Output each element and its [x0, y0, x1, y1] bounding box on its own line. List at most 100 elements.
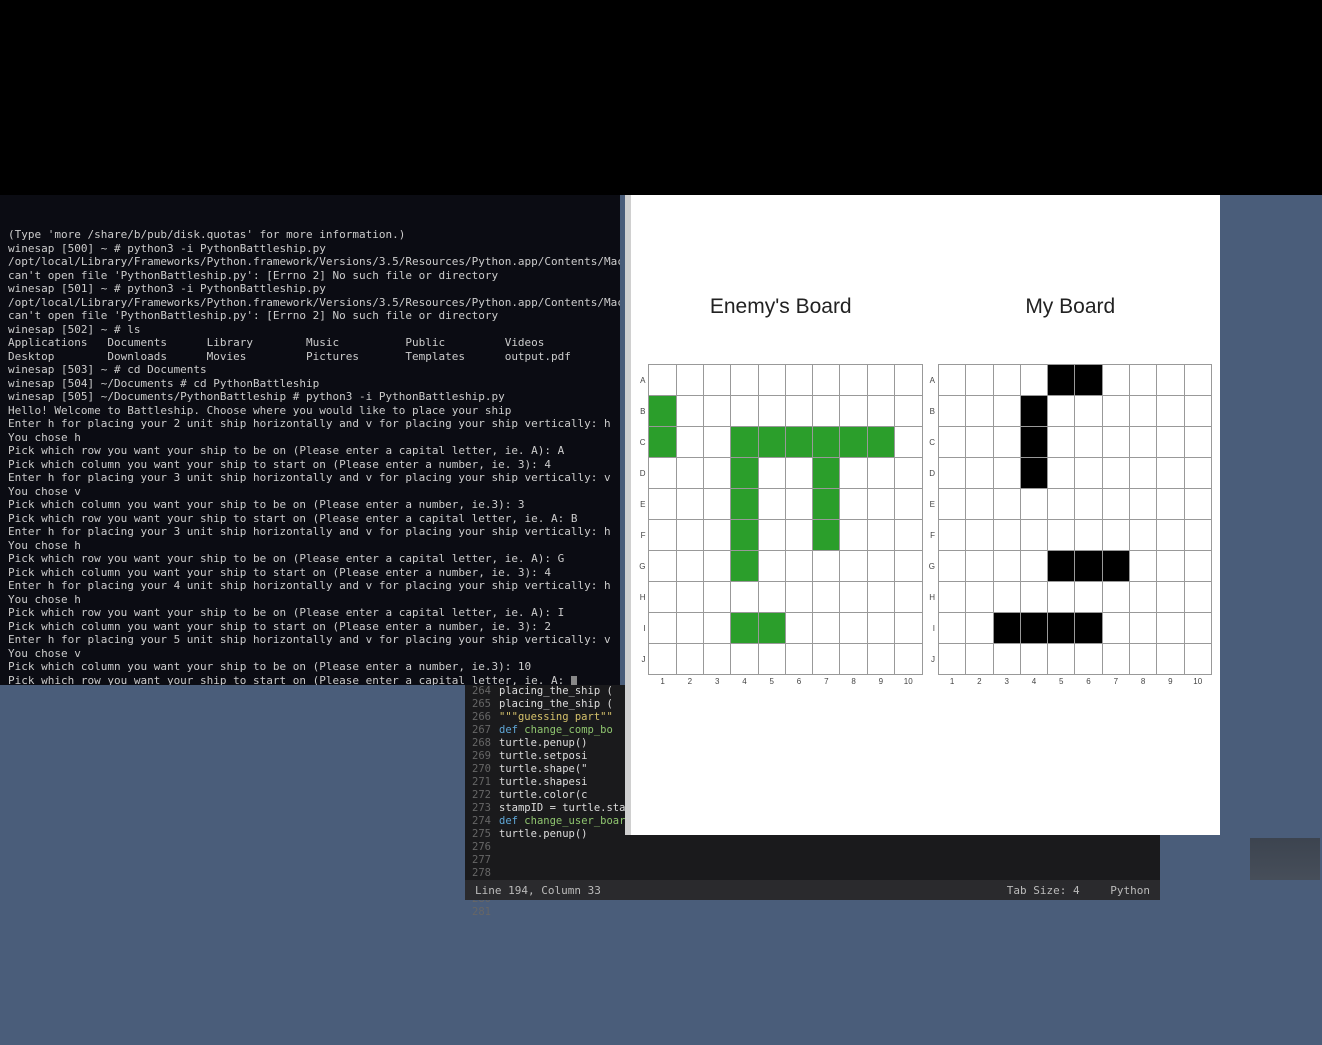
grid-cell[interactable]	[1075, 613, 1102, 644]
grid-cell[interactable]	[649, 365, 676, 396]
grid-cell[interactable]	[785, 489, 812, 520]
grid-cell[interactable]	[938, 520, 965, 551]
grid-cell[interactable]	[840, 489, 867, 520]
grid-cell[interactable]	[1048, 427, 1075, 458]
grid-cell[interactable]	[785, 458, 812, 489]
grid-cell[interactable]	[1184, 613, 1211, 644]
grid-cell[interactable]	[1129, 489, 1156, 520]
grid-cell[interactable]	[676, 427, 703, 458]
grid-cell[interactable]	[1157, 520, 1184, 551]
grid-cell[interactable]	[1102, 489, 1129, 520]
grid-cell[interactable]	[704, 582, 731, 613]
grid-cell[interactable]	[758, 458, 785, 489]
grid-cell[interactable]	[1075, 458, 1102, 489]
grid-cell[interactable]	[1048, 489, 1075, 520]
grid-cell[interactable]	[731, 644, 758, 675]
grid-cell[interactable]	[1075, 489, 1102, 520]
grid-cell[interactable]	[1020, 427, 1047, 458]
grid-cell[interactable]	[1184, 644, 1211, 675]
grid-cell[interactable]	[840, 613, 867, 644]
grid-cell[interactable]	[1157, 582, 1184, 613]
grid-cell[interactable]	[731, 582, 758, 613]
grid-cell[interactable]	[840, 365, 867, 396]
grid-cell[interactable]	[895, 613, 922, 644]
grid-cell[interactable]	[1157, 427, 1184, 458]
grid-cell[interactable]	[758, 644, 785, 675]
grid-cell[interactable]	[704, 644, 731, 675]
grid-cell[interactable]	[840, 427, 867, 458]
grid-cell[interactable]	[867, 582, 894, 613]
grid-cell[interactable]	[1020, 520, 1047, 551]
grid-cell[interactable]	[649, 427, 676, 458]
status-language[interactable]: Python	[1110, 884, 1150, 897]
grid-cell[interactable]	[785, 396, 812, 427]
grid-cell[interactable]	[649, 644, 676, 675]
grid-cell[interactable]	[867, 427, 894, 458]
grid-cell[interactable]	[813, 520, 840, 551]
grid-cell[interactable]	[938, 458, 965, 489]
grid-cell[interactable]	[895, 582, 922, 613]
grid-cell[interactable]	[1048, 458, 1075, 489]
grid-cell[interactable]	[1184, 551, 1211, 582]
grid-cell[interactable]	[1184, 489, 1211, 520]
grid-cell[interactable]	[1048, 396, 1075, 427]
grid-cell[interactable]	[704, 489, 731, 520]
grid-cell[interactable]	[1102, 365, 1129, 396]
grid-cell[interactable]	[993, 365, 1020, 396]
grid-cell[interactable]	[1020, 551, 1047, 582]
grid-cell[interactable]	[1102, 551, 1129, 582]
grid-cell[interactable]	[704, 365, 731, 396]
grid-cell[interactable]	[895, 365, 922, 396]
grid-cell[interactable]	[785, 427, 812, 458]
grid-cell[interactable]	[1048, 613, 1075, 644]
grid-cell[interactable]	[758, 551, 785, 582]
grid-cell[interactable]	[649, 613, 676, 644]
grid-cell[interactable]	[649, 520, 676, 551]
grid-cell[interactable]	[813, 613, 840, 644]
grid-cell[interactable]	[1129, 582, 1156, 613]
grid-cell[interactable]	[758, 520, 785, 551]
grid-cell[interactable]	[813, 458, 840, 489]
grid-cell[interactable]	[785, 644, 812, 675]
grid-cell[interactable]	[993, 644, 1020, 675]
grid-cell[interactable]	[1129, 613, 1156, 644]
grid-cell[interactable]	[1129, 520, 1156, 551]
grid-cell[interactable]	[895, 520, 922, 551]
grid-cell[interactable]	[813, 427, 840, 458]
grid-cell[interactable]	[1075, 427, 1102, 458]
grid-cell[interactable]	[649, 396, 676, 427]
grid-cell[interactable]	[840, 396, 867, 427]
grid-cell[interactable]	[1157, 551, 1184, 582]
terminal-window[interactable]: (Type 'more /share/b/pub/disk.quotas' fo…	[0, 195, 620, 685]
grid-cell[interactable]	[813, 582, 840, 613]
grid-cell[interactable]	[840, 458, 867, 489]
grid-cell[interactable]	[938, 613, 965, 644]
grid-cell[interactable]	[731, 396, 758, 427]
grid-cell[interactable]	[993, 396, 1020, 427]
grid-cell[interactable]	[966, 644, 993, 675]
grid-cell[interactable]	[785, 520, 812, 551]
grid-cell[interactable]	[966, 396, 993, 427]
grid-cell[interactable]	[649, 551, 676, 582]
grid-cell[interactable]	[993, 458, 1020, 489]
grid-cell[interactable]	[938, 489, 965, 520]
grid-cell[interactable]	[785, 365, 812, 396]
grid-cell[interactable]	[704, 551, 731, 582]
grid-cell[interactable]	[993, 551, 1020, 582]
grid-cell[interactable]	[731, 365, 758, 396]
grid-cell[interactable]	[731, 458, 758, 489]
grid-cell[interactable]	[895, 427, 922, 458]
grid-cell[interactable]	[1129, 396, 1156, 427]
grid-cell[interactable]	[966, 613, 993, 644]
grid-cell[interactable]	[731, 427, 758, 458]
grid-cell[interactable]	[966, 582, 993, 613]
grid-cell[interactable]	[1184, 458, 1211, 489]
grid-cell[interactable]	[785, 582, 812, 613]
grid-cell[interactable]	[758, 396, 785, 427]
grid-cell[interactable]	[731, 551, 758, 582]
grid-cell[interactable]	[1184, 582, 1211, 613]
grid-cell[interactable]	[1075, 582, 1102, 613]
grid-cell[interactable]	[1102, 520, 1129, 551]
grid-cell[interactable]	[1184, 520, 1211, 551]
grid-cell[interactable]	[731, 489, 758, 520]
